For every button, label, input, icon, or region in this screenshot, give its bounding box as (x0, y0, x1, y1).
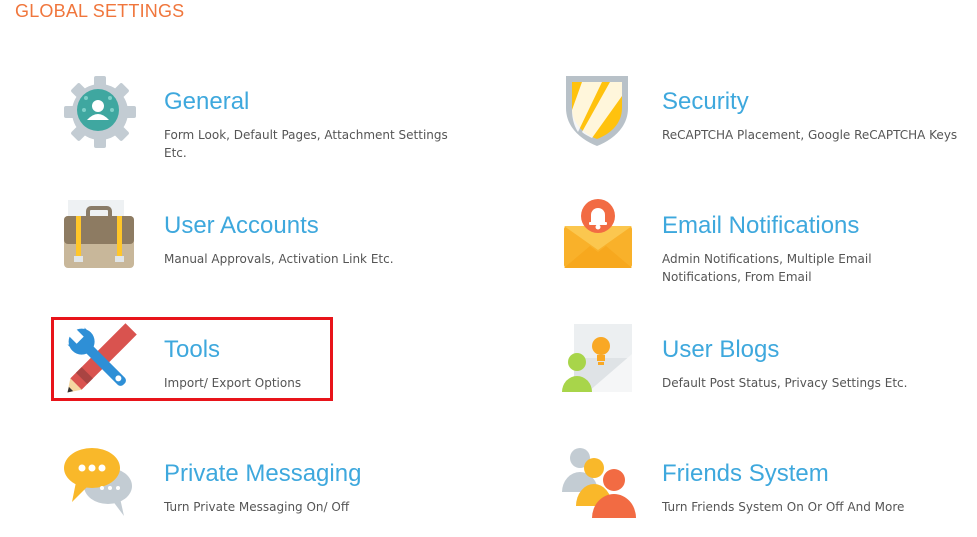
envelope-bell-icon (560, 198, 636, 274)
tile-security[interactable]: Security ReCAPTCHA Placement, Google ReC… (560, 74, 977, 162)
tile-description: Manual Approvals, Activation Link Etc. (164, 252, 394, 266)
tile-title: Email Notifications (662, 212, 860, 239)
tile-general[interactable]: General Form Look, Default Pages, Attach… (62, 74, 502, 162)
friends-group-icon (560, 446, 636, 522)
tile-title: Security (662, 88, 749, 115)
tile-friends-system[interactable]: Friends System Turn Friends System On Or… (560, 446, 977, 534)
shield-icon (560, 74, 636, 150)
tile-title: User Accounts (164, 212, 319, 239)
blog-user-icon (560, 322, 636, 398)
tile-description: Default Post Status, Privacy Settings Et… (662, 376, 908, 390)
tile-private-messaging[interactable]: Private Messaging Turn Private Messaging… (62, 446, 502, 534)
gear-user-icon (62, 74, 138, 150)
tile-description: Turn Private Messaging On/ Off (164, 500, 350, 514)
briefcase-icon (62, 198, 138, 274)
tile-title: Friends System (662, 460, 829, 487)
tile-email-notifications[interactable]: Email Notifications Admin Notifications,… (560, 198, 977, 286)
tile-description: Admin Notifications, Multiple Email Noti… (662, 252, 872, 284)
tile-title: User Blogs (662, 336, 780, 363)
tile-description: Form Look, Default Pages, Attachment Set… (164, 128, 448, 160)
tile-user-accounts[interactable]: User Accounts Manual Approvals, Activati… (62, 198, 502, 286)
tile-description: ReCAPTCHA Placement, Google ReCAPTCHA Ke… (662, 128, 958, 142)
tile-title: General (164, 88, 250, 115)
highlight-box (51, 317, 333, 401)
tile-description: Turn Friends System On Or Off And More (662, 500, 905, 514)
global-settings-page: GLOBAL SETTINGS General Form Look, Defau… (0, 0, 977, 537)
chat-bubbles-icon (62, 446, 138, 522)
page-title: GLOBAL SETTINGS (15, 1, 185, 21)
tile-title: Private Messaging (164, 460, 362, 487)
tile-user-blogs[interactable]: User Blogs Default Post Status, Privacy … (560, 322, 977, 410)
